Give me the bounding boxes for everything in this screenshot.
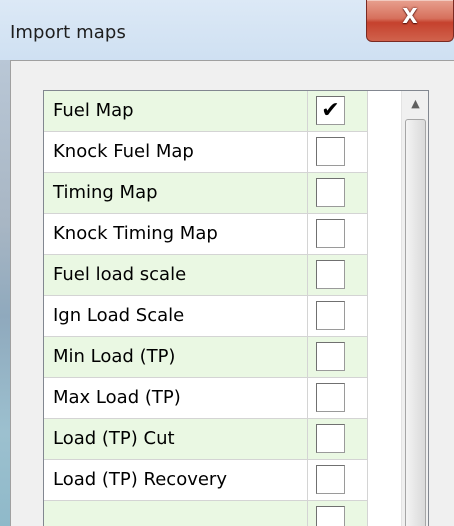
map-name-cell: Knock Timing Map [44, 214, 308, 254]
import-check-cell [308, 132, 368, 172]
map-name-cell: Ign Load Scale [44, 296, 308, 336]
import-check-cell [308, 460, 368, 500]
import-checkbox[interactable] [316, 260, 345, 289]
scrollbar-thumb[interactable] [405, 119, 426, 526]
map-row[interactable]: Load (TP) Cut [44, 419, 401, 460]
close-button[interactable]: X [366, 0, 454, 42]
map-row[interactable] [44, 501, 401, 526]
map-name-cell: Load (TP) Recovery [44, 460, 308, 500]
scroll-up-icon[interactable]: ▲ [402, 91, 428, 117]
import-checkbox[interactable] [316, 506, 345, 526]
import-check-cell [308, 378, 368, 418]
map-name-cell: Fuel Map [44, 91, 308, 131]
map-name-cell: Load (TP) Cut [44, 419, 308, 459]
map-name-cell: Min Load (TP) [44, 337, 308, 377]
map-row[interactable]: Fuel Map ✔ [44, 91, 401, 132]
import-checkbox[interactable] [316, 219, 345, 248]
import-check-cell [308, 173, 368, 213]
map-name-cell [44, 501, 308, 526]
import-check-cell [308, 501, 368, 526]
close-icon: X [402, 4, 418, 28]
maps-grid: Fuel Map ✔ Knock Fuel Map Timing Map Knock T… [43, 90, 429, 526]
window-frame-left [0, 60, 10, 526]
map-row[interactable]: Max Load (TP) [44, 378, 401, 419]
import-checkbox[interactable] [316, 465, 345, 494]
import-checkbox[interactable] [316, 342, 345, 371]
import-checkbox[interactable] [316, 383, 345, 412]
map-row[interactable]: Load (TP) Recovery [44, 460, 401, 501]
map-row[interactable]: Knock Timing Map [44, 214, 401, 255]
window-title: Import maps [10, 22, 126, 43]
map-name-cell: Max Load (TP) [44, 378, 308, 418]
map-name-cell: Timing Map [44, 173, 308, 213]
map-row[interactable]: Timing Map [44, 173, 401, 214]
map-row[interactable]: Ign Load Scale [44, 296, 401, 337]
import-checkbox[interactable] [316, 178, 345, 207]
import-check-cell [308, 296, 368, 336]
import-checkbox[interactable] [316, 301, 345, 330]
import-check-cell [308, 214, 368, 254]
import-check-cell [308, 419, 368, 459]
import-checkbox[interactable] [316, 424, 345, 453]
import-checkbox[interactable] [316, 137, 345, 166]
dialog-client-area: Fuel Map ✔ Knock Fuel Map Timing Map Knock T… [10, 60, 454, 526]
vertical-scrollbar[interactable]: ▲ [401, 91, 428, 526]
map-name-cell: Fuel load scale [44, 255, 308, 295]
import-check-cell [308, 255, 368, 295]
import-checkbox[interactable]: ✔ [316, 96, 345, 125]
map-row[interactable]: Min Load (TP) [44, 337, 401, 378]
map-name-cell: Knock Fuel Map [44, 132, 308, 172]
map-row[interactable]: Knock Fuel Map [44, 132, 401, 173]
import-check-cell [308, 337, 368, 377]
map-row[interactable]: Fuel load scale [44, 255, 401, 296]
grid-empty-column [368, 91, 401, 526]
import-check-cell: ✔ [308, 91, 368, 131]
import-maps-window: Import maps X Fuel Map ✔ Knock Fuel Map Tim… [0, 0, 454, 526]
